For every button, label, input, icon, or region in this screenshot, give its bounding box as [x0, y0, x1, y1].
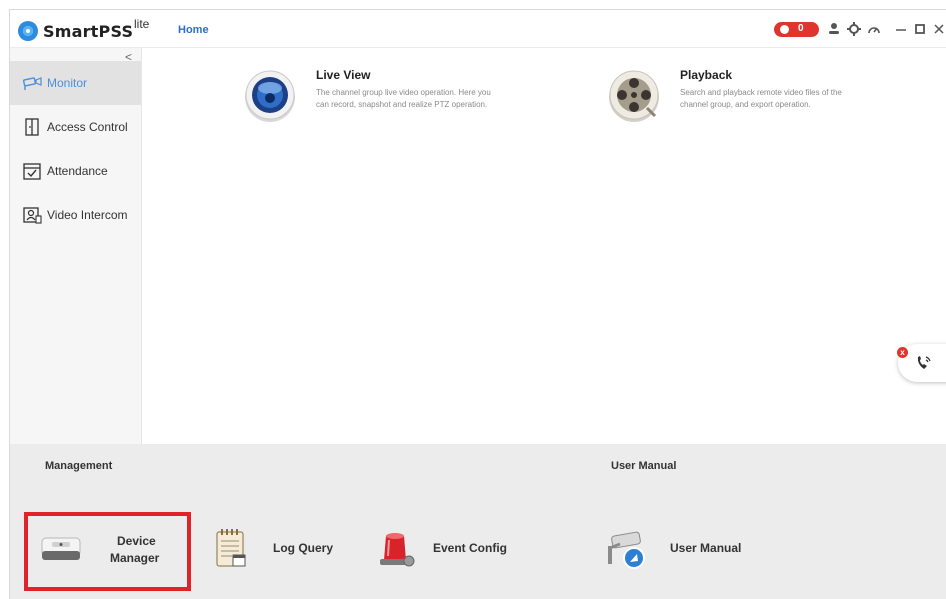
dashboard-icon[interactable]: [867, 22, 881, 39]
user-manual-button[interactable]: User Manual: [606, 528, 756, 570]
sidebar-item-video-intercom[interactable]: Video Intercom: [10, 193, 141, 237]
playback-description: Search and playback remote video files o…: [680, 88, 842, 109]
user-manual-label: User Manual: [670, 541, 742, 555]
call-widget-close-button[interactable]: x: [897, 347, 908, 358]
film-reel-icon: [607, 68, 661, 122]
door-icon: [22, 118, 42, 136]
calendar-check-icon: [22, 162, 42, 180]
user-manual-heading: User Manual: [611, 460, 677, 472]
sidebar-item-label: Attendance: [47, 164, 108, 178]
sidebar-item-label: Access Control: [47, 120, 128, 134]
sidebar-item-label: Video Intercom: [47, 208, 128, 222]
alarm-badge[interactable]: 0: [774, 22, 819, 37]
tab-home[interactable]: Home: [178, 24, 209, 36]
live-view-card[interactable]: Live View The channel group live video o…: [243, 68, 503, 128]
alarm-light-icon: [376, 528, 416, 573]
playback-title: Playback: [680, 68, 733, 82]
user-icon[interactable]: [828, 22, 840, 39]
live-view-lens-icon: [243, 68, 297, 122]
sidebar: < Monitor Access Control Attendance Vide…: [10, 48, 142, 444]
settings-icon[interactable]: [847, 22, 861, 39]
log-notepad-icon: [214, 528, 248, 573]
sidebar-item-attendance[interactable]: Attendance: [10, 149, 141, 193]
app-edition: lite: [134, 17, 150, 31]
app-window: SmartPSS lite Home 0 < Monitor Access Co…: [9, 9, 946, 599]
log-query-label: Log Query: [273, 541, 334, 555]
main-content: Live View The channel group live video o…: [143, 48, 946, 444]
event-config-button[interactable]: Event Config: [376, 528, 526, 570]
live-view-title: Live View: [316, 68, 371, 82]
sidebar-item-label: Monitor: [47, 76, 88, 90]
management-heading: Management: [45, 460, 113, 472]
app-title: SmartPSS: [43, 22, 134, 41]
sidebar-item-monitor[interactable]: Monitor: [10, 61, 141, 105]
alarm-count: 0: [798, 23, 804, 34]
speaker-icon: [780, 25, 789, 34]
management-panel: Management User Manual Device Manager Lo…: [10, 444, 946, 599]
close-icon[interactable]: [934, 22, 944, 39]
playback-card[interactable]: Playback Search and playback remote vide…: [607, 68, 877, 128]
smartpss-logo-icon: [18, 21, 38, 41]
intercom-icon: [22, 206, 42, 224]
log-query-button[interactable]: Log Query: [214, 528, 354, 570]
title-bar: SmartPSS lite Home 0: [10, 10, 946, 48]
phone-call-icon: [915, 354, 933, 377]
maximize-icon[interactable]: [915, 22, 925, 39]
monitor-camera-icon: [22, 74, 42, 92]
minimize-icon[interactable]: [896, 22, 906, 39]
live-view-description: The channel group live video operation. …: [316, 88, 491, 109]
sidebar-item-access-control[interactable]: Access Control: [10, 105, 141, 149]
event-config-label: Event Config: [433, 541, 507, 555]
manual-camera-icon: [606, 528, 650, 575]
device-manager-highlight-box: [24, 512, 191, 591]
